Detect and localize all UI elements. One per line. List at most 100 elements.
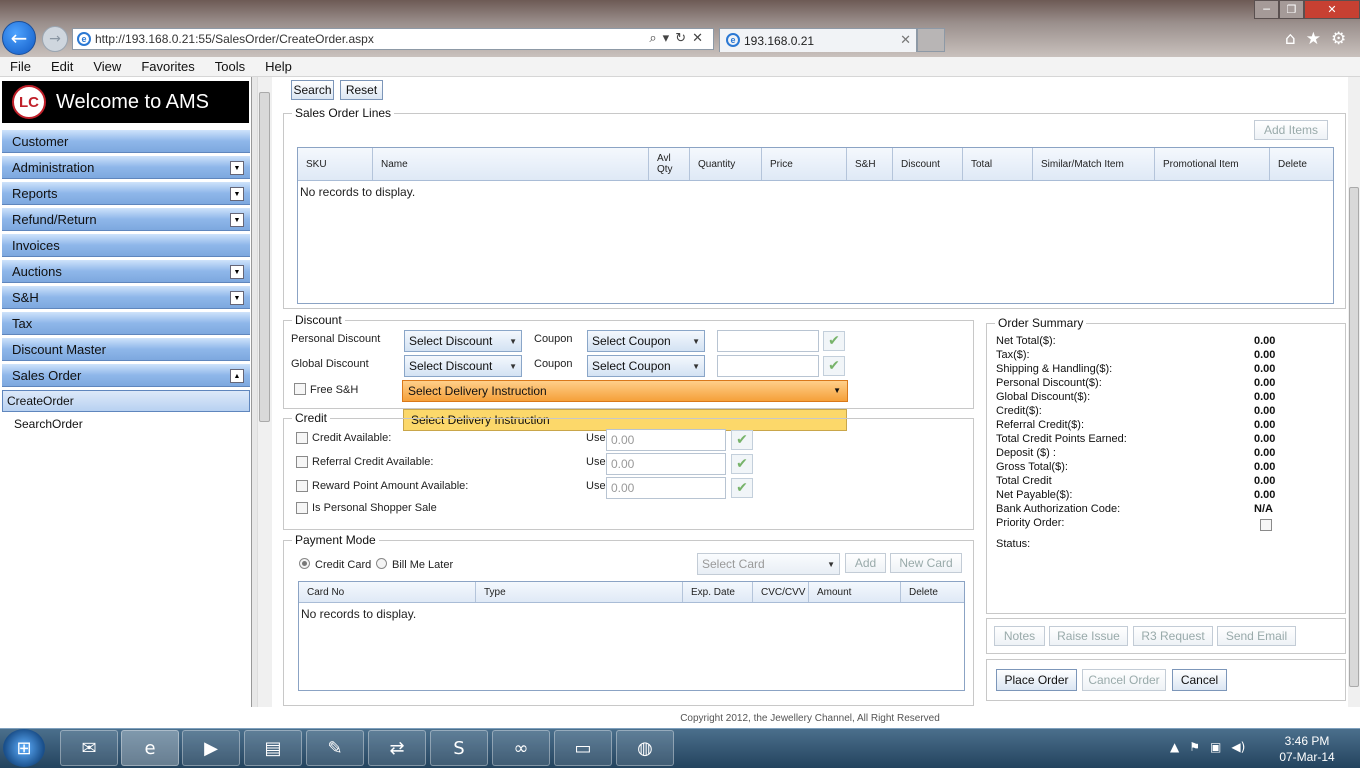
bill-me-later-radio[interactable] <box>376 558 387 569</box>
chevron-down-icon[interactable]: ▼ <box>230 161 244 175</box>
menu-view[interactable]: View <box>83 59 131 74</box>
taskbar-clock[interactable]: 3:46 PM 07-Mar-14 <box>1272 733 1342 765</box>
col-sh[interactable]: S&H <box>847 148 893 180</box>
forward-button[interactable]: → <box>42 26 68 52</box>
col-quantity[interactable]: Quantity <box>690 148 762 180</box>
cancel-order-button[interactable]: Cancel Order <box>1082 669 1166 691</box>
thunderbird-icon[interactable]: ✉ <box>60 730 118 766</box>
apply-check-icon[interactable]: ✔ <box>823 331 845 351</box>
home-icon[interactable]: ⌂ <box>1285 29 1296 49</box>
reward-use-input[interactable]: 0.00 <box>606 477 726 499</box>
visual-studio-icon[interactable]: ∞ <box>492 730 550 766</box>
sidebar-item-administration[interactable]: Administration ▼ <box>2 155 250 179</box>
reset-button[interactable]: Reset <box>340 80 383 100</box>
col-avl-qty[interactable]: Avl Qty <box>649 148 690 180</box>
col-card-no[interactable]: Card No <box>299 582 476 602</box>
select-card-dropdown[interactable]: Select Card ▼ <box>697 553 840 575</box>
send-email-button[interactable]: Send Email <box>1217 626 1296 646</box>
apply-check-icon[interactable]: ✔ <box>823 356 845 376</box>
col-cvc[interactable]: CVC/CVV <box>753 582 809 602</box>
credit-available-checkbox[interactable] <box>296 432 308 444</box>
paint-icon[interactable]: ◍ <box>616 730 674 766</box>
internet-explorer-icon[interactable]: e <box>121 730 179 766</box>
sidebar-item-reports[interactable]: Reports ▼ <box>2 181 250 205</box>
col-discount[interactable]: Discount <box>893 148 963 180</box>
cancel-button[interactable]: Cancel <box>1172 669 1227 691</box>
tab-close-icon[interactable]: ✕ <box>900 32 911 48</box>
global-discount-select[interactable]: Select Discount ▼ <box>404 355 522 377</box>
address-bar[interactable]: e http://193.168.0.21:55/SalesOrder/Crea… <box>72 28 714 50</box>
favorites-star-icon[interactable]: ★ <box>1306 29 1321 49</box>
personal-coupon-select[interactable]: Select Coupon ▼ <box>587 330 705 352</box>
menu-edit[interactable]: Edit <box>41 59 83 74</box>
volume-icon[interactable]: ◀) <box>1231 740 1245 754</box>
delivery-instruction-select[interactable]: Select Delivery Instruction ▼ <box>402 380 848 402</box>
global-coupon-select[interactable]: Select Coupon ▼ <box>587 355 705 377</box>
sidebar-item-sh[interactable]: S&H ▼ <box>2 285 250 309</box>
col-type[interactable]: Type <box>476 582 683 602</box>
credit-use-input[interactable]: 0.00 <box>606 429 726 451</box>
col-total[interactable]: Total <box>963 148 1033 180</box>
close-icon[interactable]: ✕ <box>1304 0 1360 19</box>
add-items-button[interactable]: Add Items <box>1254 120 1328 140</box>
apply-check-icon[interactable]: ✔ <box>731 454 753 474</box>
col-delete[interactable]: Delete <box>901 582 964 602</box>
tray-expand-icon[interactable]: ▲ <box>1170 740 1179 754</box>
new-card-button[interactable]: New Card <box>890 553 962 573</box>
col-sku[interactable]: SKU <box>298 148 373 180</box>
chevron-down-icon[interactable]: ▼ <box>230 265 244 279</box>
sticky-notes-icon[interactable]: ▤ <box>244 730 302 766</box>
referral-credit-checkbox[interactable] <box>296 456 308 468</box>
apply-check-icon[interactable]: ✔ <box>731 430 753 450</box>
col-exp-date[interactable]: Exp. Date <box>683 582 753 602</box>
sidebar-item-tax[interactable]: Tax <box>2 311 250 335</box>
skype-icon[interactable]: S <box>430 730 488 766</box>
search-button[interactable]: Search <box>291 80 334 100</box>
reward-point-checkbox[interactable] <box>296 480 308 492</box>
new-tab-button[interactable] <box>917 28 945 52</box>
place-order-button[interactable]: Place Order <box>996 669 1077 691</box>
sidebar-item-auctions[interactable]: Auctions ▼ <box>2 259 250 283</box>
address-controls-icon[interactable]: ⌕▾↻✕ <box>649 31 709 46</box>
maximize-icon[interactable]: ❐ <box>1279 0 1304 19</box>
chevron-down-icon[interactable]: ▼ <box>230 291 244 305</box>
raise-issue-button[interactable]: Raise Issue <box>1049 626 1128 646</box>
sidebar-item-refund-return[interactable]: Refund/Return ▼ <box>2 207 250 231</box>
sidebar-subitem-searchorder[interactable]: SearchOrder <box>2 413 250 434</box>
col-similar-match[interactable]: Similar/Match Item <box>1033 148 1155 180</box>
col-promotional[interactable]: Promotional Item <box>1155 148 1270 180</box>
referral-use-input[interactable]: 0.00 <box>606 453 726 475</box>
back-button[interactable]: ← <box>2 21 36 55</box>
settings-gear-icon[interactable]: ⚙ <box>1331 29 1346 49</box>
menu-file[interactable]: File <box>0 59 41 74</box>
chevron-down-icon[interactable]: ▼ <box>230 213 244 227</box>
col-delete[interactable]: Delete <box>1270 148 1333 180</box>
minimize-icon[interactable]: ─ <box>1254 0 1279 19</box>
personal-discount-select[interactable]: Select Discount ▼ <box>404 330 522 352</box>
apply-check-icon[interactable]: ✔ <box>731 478 753 498</box>
browser-tab[interactable]: e 193.168.0.21 ✕ <box>719 28 917 52</box>
chevron-down-icon[interactable]: ▼ <box>230 187 244 201</box>
notes-button[interactable]: Notes <box>994 626 1045 646</box>
file-explorer-icon[interactable]: ▭ <box>554 730 612 766</box>
priority-order-checkbox[interactable] <box>1260 519 1272 531</box>
personal-coupon-input[interactable] <box>717 330 819 352</box>
free-sh-checkbox[interactable] <box>294 383 306 395</box>
col-amount[interactable]: Amount <box>809 582 901 602</box>
menu-help[interactable]: Help <box>255 59 302 74</box>
r3-request-button[interactable]: R3 Request <box>1133 626 1213 646</box>
network-icon[interactable]: ▣ <box>1210 740 1221 754</box>
sidebar-item-sales-order[interactable]: Sales Order ▲ <box>2 363 250 387</box>
teamviewer-icon[interactable]: ⇄ <box>368 730 426 766</box>
col-name[interactable]: Name <box>373 148 649 180</box>
action-center-flag-icon[interactable]: ⚑ <box>1189 740 1200 754</box>
global-coupon-input[interactable] <box>717 355 819 377</box>
menu-favorites[interactable]: Favorites <box>131 59 204 74</box>
add-card-button[interactable]: Add <box>845 553 886 573</box>
menu-tools[interactable]: Tools <box>205 59 255 74</box>
sidebar-scroll-thumb[interactable] <box>259 92 270 422</box>
tools-icon[interactable]: ✎ <box>306 730 364 766</box>
sidebar-item-customer[interactable]: Customer <box>2 129 250 153</box>
credit-card-radio[interactable] <box>299 558 310 569</box>
chevron-up-icon[interactable]: ▲ <box>230 369 244 383</box>
